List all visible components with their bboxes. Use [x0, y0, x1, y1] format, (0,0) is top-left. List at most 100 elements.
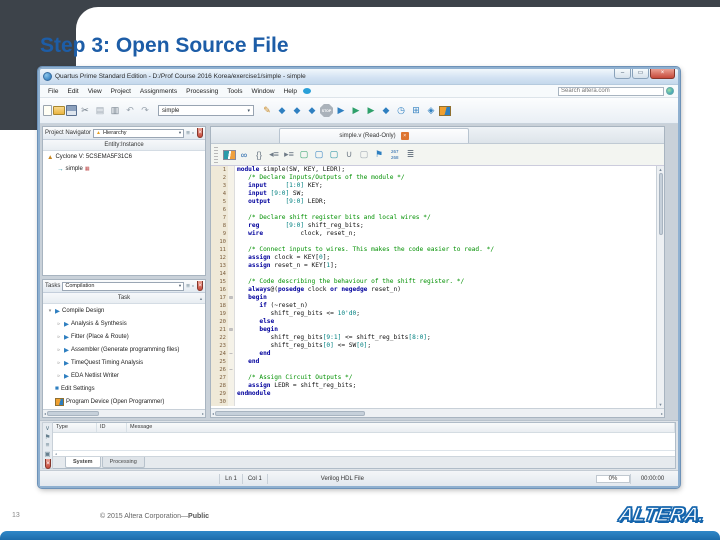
- attach-file-icon[interactable]: ∪: [342, 148, 356, 162]
- stop-icon[interactable]: STOP: [320, 104, 333, 117]
- open-project-icon[interactable]: [53, 106, 65, 115]
- navigator-item[interactable]: ▲ Cyclone V: 5CSEMA5F31C6: [43, 151, 205, 163]
- start-analysis-icon[interactable]: ▶: [349, 104, 363, 118]
- bookmark-paste-icon[interactable]: ▢: [327, 148, 341, 162]
- menu-project[interactable]: Project: [107, 88, 135, 95]
- pin-icon[interactable]: ▫: [192, 128, 194, 138]
- hierarchy-viewer-icon[interactable]: ⊞: [409, 104, 423, 118]
- bookmark-new-icon[interactable]: ▢: [297, 148, 311, 162]
- navigator-item[interactable]: → simple ▦: [43, 163, 205, 175]
- maximize-icon[interactable]: ▭: [632, 69, 649, 79]
- indent-decrease-icon[interactable]: ◂≡: [267, 148, 281, 162]
- menu-processing[interactable]: Processing: [182, 88, 222, 95]
- edit-pencil-icon[interactable]: ✎: [260, 104, 274, 118]
- device-triangle-icon[interactable]: ▲: [47, 154, 53, 161]
- list-icon[interactable]: ≡: [186, 281, 190, 291]
- menu-edit[interactable]: Edit: [63, 88, 82, 95]
- editor-hscrollbar[interactable]: ◂ ▸: [211, 408, 664, 417]
- navigator-column-header[interactable]: Entity:Instance: [43, 140, 205, 151]
- replace-icon[interactable]: {}: [252, 148, 266, 162]
- redo-icon[interactable]: ↷: [138, 104, 152, 118]
- window-titlebar[interactable]: Quartus Prime Standard Edition - D:/Prof…: [40, 69, 678, 85]
- programmer-small-icon[interactable]: [55, 397, 64, 406]
- copy-icon[interactable]: ▤: [93, 104, 107, 118]
- list-icon[interactable]: ≡: [46, 442, 50, 449]
- close-icon[interactable]: ×: [45, 459, 51, 469]
- assignment-diamond-icon[interactable]: ◆: [275, 104, 289, 118]
- messages-tab-system[interactable]: System: [65, 457, 101, 468]
- paste-icon[interactable]: ▥: [108, 104, 122, 118]
- note-disabled-icon[interactable]: ▢: [357, 148, 371, 162]
- expander-icon[interactable]: ▹: [56, 321, 62, 327]
- menu-window[interactable]: Window: [247, 88, 278, 95]
- navigator-view-select[interactable]: ▲ Hierarchy: [93, 128, 185, 138]
- minimize-icon[interactable]: –: [614, 69, 631, 79]
- project-select[interactable]: simple: [158, 105, 254, 116]
- task-row[interactable]: ▹ ▶ Analysis & Synthesis: [43, 317, 205, 330]
- task-row[interactable]: Program Device (Open Programmer): [43, 395, 205, 408]
- fold-marker-icon[interactable]: ⊟: [228, 326, 235, 334]
- task-row[interactable]: ▹ ▶ TimeQuest Timing Analysis: [43, 356, 205, 369]
- expander-icon[interactable]: ▹: [56, 334, 62, 340]
- messages-column-id[interactable]: ID: [97, 423, 127, 432]
- close-icon[interactable]: ×: [650, 69, 675, 79]
- programmer-icon[interactable]: [439, 105, 451, 116]
- list-icon[interactable]: ≡: [186, 128, 190, 138]
- scroll-up-icon[interactable]: ▲: [659, 167, 663, 172]
- tasks-view-select[interactable]: Compilation: [62, 281, 185, 291]
- timing-analyzer-icon[interactable]: ◷: [394, 104, 408, 118]
- task-row[interactable]: ▹ ▶ Assembler (Generate programming files): [43, 343, 205, 356]
- indent-increase-icon[interactable]: ▸≡: [282, 148, 296, 162]
- chevron-icon[interactable]: ∨: [45, 424, 50, 432]
- new-file-icon[interactable]: [43, 105, 52, 116]
- menu-view[interactable]: View: [84, 88, 106, 95]
- start-compilation-icon[interactable]: ▶: [334, 104, 348, 118]
- cut-icon[interactable]: ✂: [78, 104, 92, 118]
- task-row[interactable]: ▹ ▶ EDA Netlist Writer: [43, 369, 205, 382]
- task-row[interactable]: ▹ ▶ Fitter (Place & Route): [43, 330, 205, 343]
- scroll-thumb[interactable]: [47, 411, 100, 416]
- window-icon[interactable]: ▣: [44, 450, 50, 458]
- flag-icon[interactable]: ⚑: [45, 433, 51, 441]
- task-row[interactable]: ■ Edit Settings: [43, 382, 205, 395]
- messages-tab-processing[interactable]: Processing: [101, 457, 145, 468]
- editor-vscrollbar[interactable]: ▲ ▼: [656, 166, 664, 408]
- scroll-right-icon[interactable]: ▸: [202, 411, 204, 416]
- expander-icon[interactable]: ▹: [56, 347, 62, 353]
- menu-help[interactable]: Help: [280, 88, 301, 95]
- tab-simple-v[interactable]: simple.v (Read-Only) ×: [279, 128, 469, 143]
- task-row[interactable]: ▾ ▶ Compile Design: [43, 304, 205, 317]
- scroll-down-icon[interactable]: ▼: [659, 402, 663, 407]
- expander-icon[interactable]: ▹: [56, 360, 62, 366]
- scroll-thumb[interactable]: [215, 410, 366, 416]
- find-icon[interactable]: ∞: [237, 148, 251, 162]
- rapid-recompile-icon[interactable]: ◆: [379, 104, 393, 118]
- messages-body[interactable]: [53, 433, 675, 450]
- scroll-up-icon[interactable]: ▲: [199, 296, 203, 301]
- toolbar-grip[interactable]: [214, 146, 218, 163]
- expander-icon[interactable]: ▾: [47, 308, 53, 314]
- netlist-viewer-icon[interactable]: ◈: [424, 104, 438, 118]
- tasks-column-header[interactable]: Task ▲: [43, 293, 205, 304]
- pin-icon[interactable]: ▫: [192, 281, 194, 291]
- menu-tools[interactable]: Tools: [223, 88, 246, 95]
- menu-file[interactable]: File: [44, 88, 62, 95]
- bookmark-copy-icon[interactable]: ▢: [312, 148, 326, 162]
- menu-assignments[interactable]: Assignments: [136, 88, 181, 95]
- tasks-hscrollbar[interactable]: ◂ ▸: [43, 409, 205, 417]
- goto-flag-icon[interactable]: ⚑: [372, 148, 386, 162]
- settings-diamond-icon[interactable]: ◆: [305, 104, 319, 118]
- line-wrap-icon[interactable]: ≣: [404, 148, 418, 162]
- help-assistant-icon[interactable]: [302, 88, 311, 94]
- save-icon[interactable]: [66, 105, 77, 116]
- fold-marker-icon[interactable]: ⊟: [228, 294, 235, 302]
- undo-icon[interactable]: ↶: [123, 104, 137, 118]
- entity-arrow-icon[interactable]: →: [57, 166, 64, 173]
- close-icon[interactable]: ×: [197, 281, 203, 291]
- messages-column-type[interactable]: Type: [53, 423, 97, 432]
- close-icon[interactable]: ×: [197, 128, 203, 138]
- expander-icon[interactable]: ▹: [56, 373, 62, 379]
- split-pane-icon[interactable]: [223, 149, 236, 160]
- scroll-left-icon[interactable]: ◂: [212, 411, 214, 416]
- search-input[interactable]: [558, 86, 664, 96]
